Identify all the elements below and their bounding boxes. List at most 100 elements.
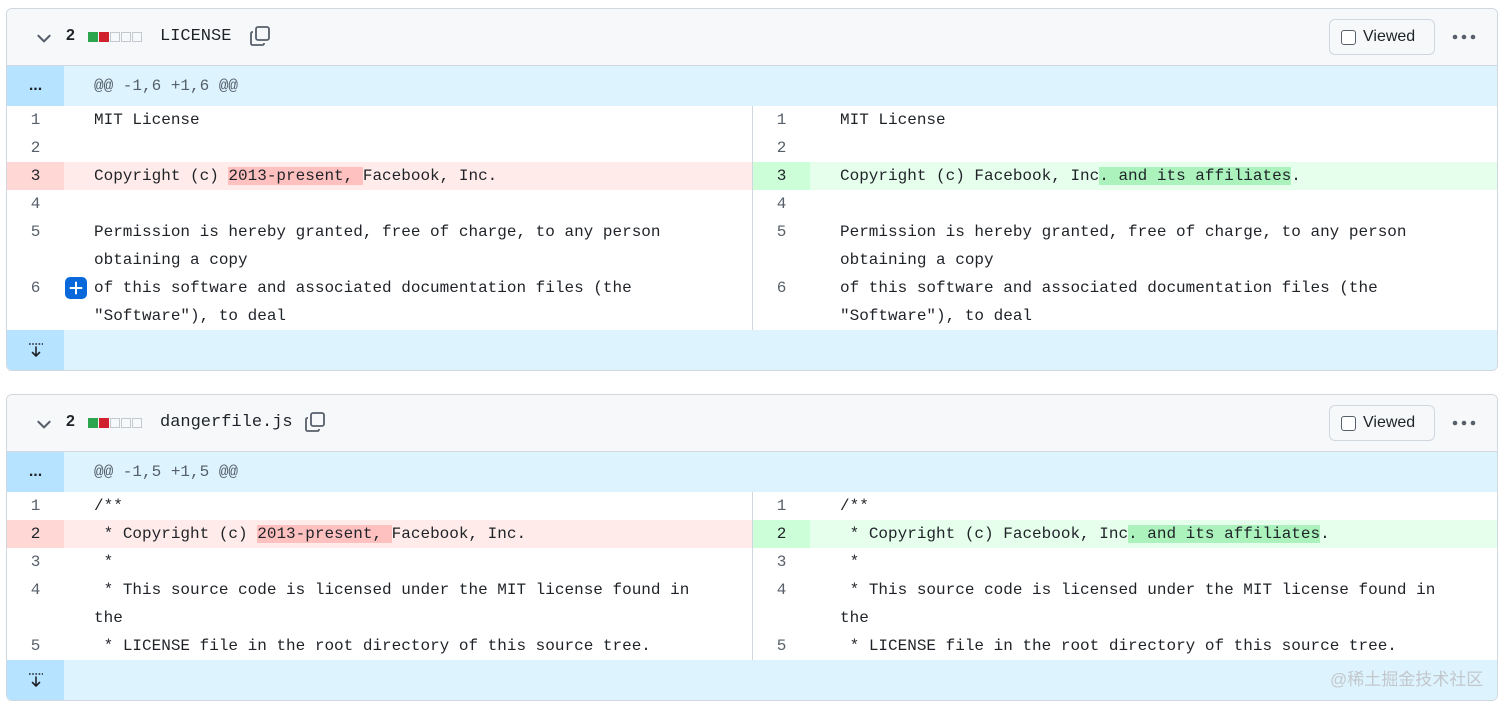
add-comment-button[interactable] [65, 277, 87, 299]
line-number[interactable]: 4 [753, 576, 810, 632]
code-text: * Copyright (c) Facebook, Inc [840, 525, 1129, 543]
diff-row: 6 of this software and associated documen… [753, 274, 1497, 330]
line-number[interactable]: 6 [753, 274, 810, 330]
line-number[interactable]: 4 [753, 190, 810, 218]
code-text: . [1320, 525, 1330, 543]
hunk-header: ... @@ -1,6 +1,6 @@ [7, 66, 1497, 106]
diffstat-blocks [88, 418, 142, 428]
line-number[interactable]: 5 [7, 632, 64, 660]
diff-row: 1 MIT License [753, 106, 1497, 134]
file-name[interactable]: dangerfile.js [160, 413, 293, 432]
line-number[interactable]: 6 [7, 274, 64, 330]
code-line: MIT License [840, 111, 946, 129]
expand-up-button[interactable]: ... [7, 66, 64, 106]
code-line: * Copyright (c) 2013-present, Facebook, … [64, 520, 752, 548]
code-text: Copyright (c) Facebook, Inc [840, 167, 1100, 185]
plus-icon [69, 281, 83, 295]
diff-row: 2 [7, 134, 752, 162]
code-line: * [94, 553, 114, 571]
diff-left-side: 1 /** 2 * Copyright (c) 2013-present, Fac… [7, 492, 752, 660]
code-line: MIT License [94, 111, 200, 129]
diff-row: 6 of this software and associated documen… [7, 274, 752, 330]
code-line: Copyright (c) 2013-present, Facebook, In… [64, 162, 752, 190]
change-count: 2 [66, 413, 75, 430]
kebab-horizontal-icon[interactable] [1451, 28, 1477, 46]
diff-row: 2 [753, 134, 1497, 162]
hunk-range: @@ -1,6 +1,6 @@ [94, 77, 239, 95]
line-number[interactable]: 5 [753, 632, 810, 660]
diff-row-added: 3 Copyright (c) Facebook, Inc. and its af… [753, 162, 1497, 190]
copy-icon[interactable] [303, 410, 327, 434]
change-count: 2 [66, 27, 75, 44]
diff-body: 1 /** 2 * Copyright (c) 2013-present, Fac… [7, 492, 1497, 660]
file-name[interactable]: LICENSE [160, 27, 231, 46]
diff-row: 4 [753, 190, 1497, 218]
code-line: * This source code is licensed under the… [94, 581, 699, 627]
viewed-label: Viewed [1363, 28, 1416, 45]
code-line: * This source code is licensed under the… [840, 581, 1445, 627]
viewed-checkbox[interactable]: Viewed [1329, 405, 1435, 441]
viewed-checkbox[interactable]: Viewed [1329, 19, 1435, 55]
diff-row: 4 * This source code is licensed under t… [7, 576, 752, 632]
line-number[interactable]: 2 [7, 520, 64, 548]
diffstat-blocks [88, 32, 142, 42]
file-header: 2 dangerfile.js Viewed [7, 395, 1497, 452]
code-line: * Copyright (c) Facebook, Inc. and its a… [810, 520, 1497, 548]
copy-icon[interactable] [248, 24, 272, 48]
line-number[interactable]: 3 [7, 162, 64, 190]
chevron-down-icon[interactable] [35, 415, 53, 433]
line-number[interactable]: 3 [7, 548, 64, 576]
diff-row-deleted: 2 * Copyright (c) 2013-present, Facebook… [7, 520, 752, 548]
diff-row: 5 * LICENSE file in the root directory o… [7, 632, 752, 660]
deleted-highlight: 2013-present, [228, 167, 363, 185]
line-number[interactable]: 2 [753, 520, 810, 548]
line-number[interactable]: 3 [753, 548, 810, 576]
added-highlight: . and its affiliates [1128, 525, 1321, 543]
line-number[interactable]: 1 [753, 106, 810, 134]
line-number[interactable]: 4 [7, 190, 64, 218]
file-diff-dangerfile: 2 dangerfile.js Viewed ... @@ -1,5 +1,5 … [6, 394, 1498, 701]
code-line: * LICENSE file in the root directory of … [94, 637, 651, 655]
diff-row: 5 * LICENSE file in the root directory o… [753, 632, 1497, 660]
line-number[interactable]: 2 [7, 134, 64, 162]
line-number[interactable]: 1 [7, 106, 64, 134]
code-text: * Copyright (c) [94, 525, 258, 543]
line-number[interactable]: 3 [753, 162, 810, 190]
checkbox-box[interactable] [1341, 29, 1356, 45]
diff-row: 1 /** [7, 492, 752, 520]
fold-down-icon [28, 343, 43, 357]
expand-footer [7, 660, 1497, 700]
deleted-highlight: 2013-present, [257, 525, 392, 543]
code-line: * [840, 553, 860, 571]
line-number[interactable]: 5 [7, 218, 64, 274]
diff-row: 3 * [7, 548, 752, 576]
code-line: * LICENSE file in the root directory of … [840, 637, 1397, 655]
line-number[interactable]: 4 [7, 576, 64, 632]
code-line: /** [840, 497, 869, 515]
expand-up-button[interactable]: ... [7, 452, 64, 492]
hunk-header: ... @@ -1,5 +1,5 @@ [7, 452, 1497, 492]
code-line: of this software and associated document… [840, 279, 1388, 325]
expand-down-button[interactable] [7, 660, 64, 700]
code-line: Copyright (c) Facebook, Inc. and its aff… [810, 162, 1497, 190]
code-text: Copyright (c) [94, 167, 229, 185]
kebab-horizontal-icon[interactable] [1451, 414, 1477, 432]
checkbox-box[interactable] [1341, 415, 1356, 431]
expand-down-button[interactable] [7, 330, 64, 370]
diff-row-deleted: 3 Copyright (c) 2013-present, Facebook, I… [7, 162, 752, 190]
line-number[interactable]: 5 [753, 218, 810, 274]
diff-right-side: 1 MIT License 2 3 Copyright (c) Facebook, … [752, 106, 1497, 330]
diff-row: 1 MIT License [7, 106, 752, 134]
expand-footer [7, 330, 1497, 370]
line-number[interactable]: 2 [753, 134, 810, 162]
code-line: Permission is hereby granted, free of ch… [94, 223, 671, 269]
chevron-down-icon[interactable] [35, 29, 53, 47]
diff-body: 1 MIT License 2 3 Copyright (c) 2013-prese… [7, 106, 1497, 330]
diff-row-added: 2 * Copyright (c) Facebook, Inc. and its… [753, 520, 1497, 548]
file-header: 2 LICENSE Viewed [7, 9, 1497, 66]
line-number[interactable]: 1 [753, 492, 810, 520]
diff-right-side: 1 /** 2 * Copyright (c) Facebook, Inc. an… [752, 492, 1497, 660]
line-number[interactable]: 1 [7, 492, 64, 520]
